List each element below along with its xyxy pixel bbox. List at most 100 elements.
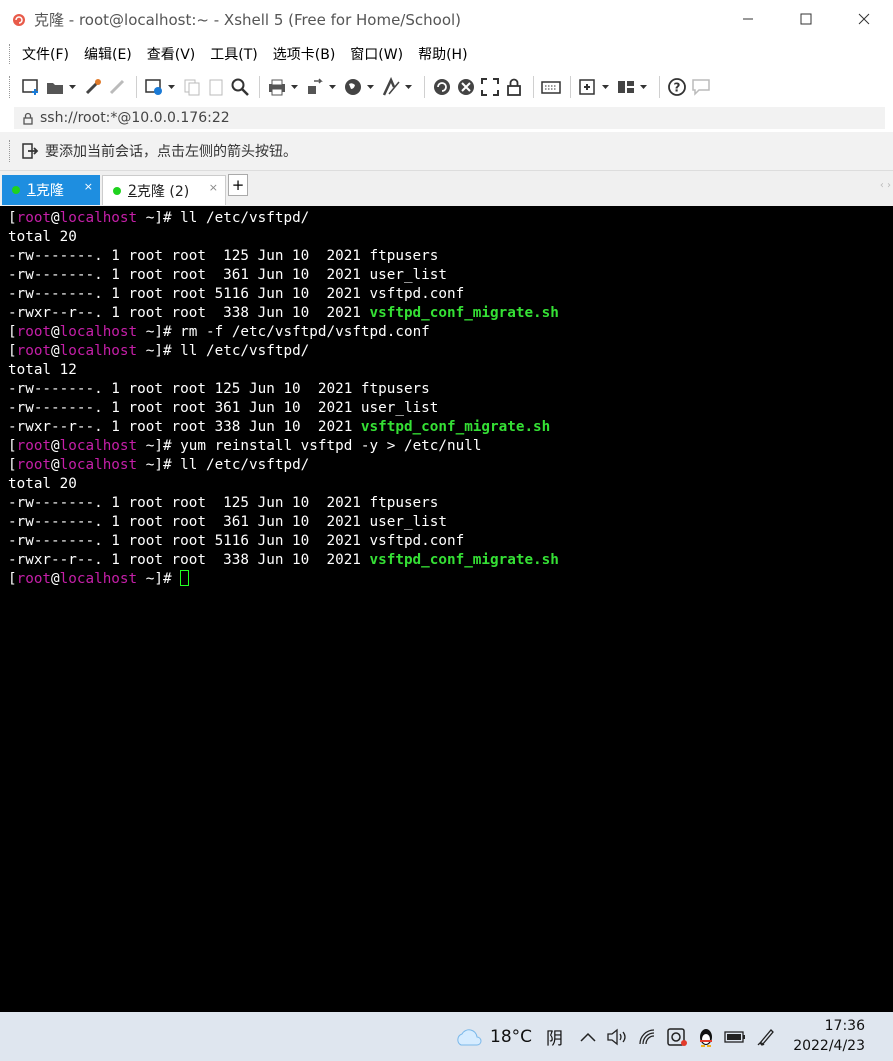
xshell-snail-icon[interactable]	[431, 76, 453, 98]
minimize-button[interactable]	[719, 0, 777, 38]
tab-close-icon[interactable]: ×	[84, 180, 93, 193]
chevron-down-icon[interactable]	[404, 76, 412, 98]
output-text: -rw-------. 1 root root 361 Jun 10 2021 …	[8, 267, 447, 283]
output-text: total 20	[8, 476, 77, 492]
terminal-output-line: -rw-------. 1 root root 5116 Jun 10 2021…	[8, 532, 559, 551]
new-session-icon[interactable]	[20, 76, 42, 98]
prompt-at: @	[51, 210, 60, 226]
prompt-at: @	[51, 438, 60, 454]
volume-icon[interactable]	[606, 1028, 628, 1046]
prompt-path: ~]#	[137, 210, 181, 226]
file-listing-text: -rwxr--r--. 1 root root 338 Jun 10 2021	[8, 419, 361, 435]
chevron-down-icon[interactable]	[328, 76, 336, 98]
xshell-snail-icon	[11, 11, 27, 27]
executable-filename: vsftpd_conf_migrate.sh	[369, 305, 559, 321]
new-tab-icon[interactable]	[577, 76, 599, 98]
chevron-down-icon[interactable]	[290, 76, 298, 98]
tab-scroll-arrows[interactable]: ‹ ›	[880, 180, 891, 191]
find-icon[interactable]	[229, 76, 251, 98]
print-icon[interactable]	[266, 76, 288, 98]
prompt-bracket: [	[8, 324, 17, 340]
disconnect-icon[interactable]	[106, 76, 128, 98]
prompt-path: ~]#	[137, 324, 181, 340]
prompt-user: root	[16, 457, 52, 473]
weather-description: 阴	[546, 1029, 564, 1049]
paste-icon[interactable]	[205, 76, 227, 98]
add-tab-button[interactable]: +	[228, 174, 248, 196]
svg-text:?: ?	[674, 81, 681, 95]
qq-penguin-icon[interactable]	[696, 1026, 716, 1048]
copy-icon[interactable]	[181, 76, 203, 98]
menubar-grip[interactable]	[9, 44, 13, 64]
fullscreen-icon[interactable]	[479, 76, 501, 98]
terminal-output-line: -rw-------. 1 root root 125 Jun 10 2021 …	[8, 247, 559, 266]
tipbar-grip[interactable]	[9, 140, 13, 162]
help-icon[interactable]: ?	[666, 76, 688, 98]
tab-close-icon[interactable]: ×	[209, 181, 218, 194]
prompt-path: ~]#	[137, 343, 181, 359]
chevron-down-icon[interactable]	[601, 76, 609, 98]
globe-icon[interactable]	[342, 76, 364, 98]
layout-icon[interactable]	[615, 76, 637, 98]
maximize-button[interactable]	[777, 0, 835, 38]
file-listing-text: -rwxr--r--. 1 root root 338 Jun 10 2021	[8, 552, 370, 568]
toolbar-separator	[259, 76, 260, 98]
prompt-user: root	[16, 438, 52, 454]
chevron-down-icon[interactable]	[639, 76, 647, 98]
add-session-arrow-icon[interactable]	[21, 142, 39, 160]
lock-icon[interactable]	[503, 76, 525, 98]
prompt-host: localhost	[59, 457, 138, 473]
menu-tab[interactable]: 选项卡(B)	[273, 44, 336, 64]
menu-file[interactable]: 文件(F)	[22, 44, 69, 64]
menu-tools[interactable]: 工具(T)	[210, 44, 257, 64]
terminal-output-line: -rwxr--r--. 1 root root 338 Jun 10 2021 …	[8, 418, 559, 437]
battery-icon[interactable]	[724, 1030, 746, 1044]
clock-date: 2022/4/23	[793, 1038, 865, 1054]
chevron-down-icon[interactable]	[68, 76, 76, 98]
tab-session-2[interactable]: 2 克隆 (2) ×	[102, 175, 226, 205]
open-folder-icon[interactable]	[44, 76, 66, 98]
weather-widget[interactable]: 18°C 阴	[454, 1012, 563, 1061]
menu-view[interactable]: 查看(V)	[147, 44, 196, 64]
chevron-down-icon[interactable]	[366, 76, 374, 98]
menu-window[interactable]: 窗口(W)	[350, 44, 403, 64]
prompt-host: localhost	[59, 324, 138, 340]
lock-icon	[22, 112, 34, 125]
chevron-up-icon[interactable]	[580, 1032, 596, 1042]
terminal-area[interactable]: [root@localhost ~]# ll /etc/vsftpd/total…	[0, 206, 893, 1012]
menu-edit[interactable]: 编辑(E)	[84, 44, 132, 64]
menu-help[interactable]: 帮助(H)	[418, 44, 467, 64]
prompt-host: localhost	[59, 210, 138, 226]
taskbar-clock[interactable]: 17:36 2022/4/23	[793, 1016, 865, 1056]
prompt-host: localhost	[59, 571, 138, 587]
toolbar-grip[interactable]	[9, 76, 13, 98]
output-text: -rw-------. 1 root root 125 Jun 10 2021 …	[8, 381, 430, 397]
terminal-prompt-line: [root@localhost ~]# yum reinstall vsftpd…	[8, 437, 559, 456]
tab-session-1[interactable]: 1 克隆 ×	[2, 175, 100, 205]
font-icon[interactable]	[380, 76, 402, 98]
connect-icon[interactable]	[82, 76, 104, 98]
terminal-output-line: -rw-------. 1 root root 361 Jun 10 2021 …	[8, 399, 559, 418]
title-bar: 克隆 - root@localhost:~ - Xshell 5 (Free f…	[0, 0, 893, 38]
xftp-icon[interactable]	[455, 76, 477, 98]
terminal-prompt-line: [root@localhost ~]# ll /etc/vsftpd/	[8, 209, 559, 228]
close-window-button[interactable]	[835, 0, 893, 38]
address-field[interactable]: ssh://root:*@10.0.0.176:22	[14, 107, 885, 129]
session-properties-icon[interactable]	[143, 76, 165, 98]
terminal-output-line: -rw-------. 1 root root 5116 Jun 10 2021…	[8, 285, 559, 304]
keyboard-icon[interactable]	[540, 76, 562, 98]
prompt-at: @	[51, 343, 60, 359]
output-text: -rw-------. 1 root root 5116 Jun 10 2021…	[8, 533, 465, 549]
transfer-icon[interactable]	[304, 76, 326, 98]
menu-bar: 文件(F) 编辑(E) 查看(V) 工具(T) 选项卡(B) 窗口(W) 帮助(…	[0, 38, 893, 70]
terminal-prompt-line: [root@localhost ~]# rm -f /etc/vsftpd/vs…	[8, 323, 559, 342]
security-app-icon[interactable]	[666, 1027, 688, 1047]
chat-icon[interactable]	[690, 76, 712, 98]
tab-label: 克隆 (2)	[136, 183, 190, 200]
wifi-icon[interactable]	[638, 1028, 658, 1046]
toolbar-separator	[533, 76, 534, 98]
pen-input-icon[interactable]	[756, 1027, 776, 1047]
prompt-bracket: [	[8, 571, 17, 587]
chevron-down-icon[interactable]	[167, 76, 175, 98]
terminal-output-line: total 12	[8, 361, 559, 380]
